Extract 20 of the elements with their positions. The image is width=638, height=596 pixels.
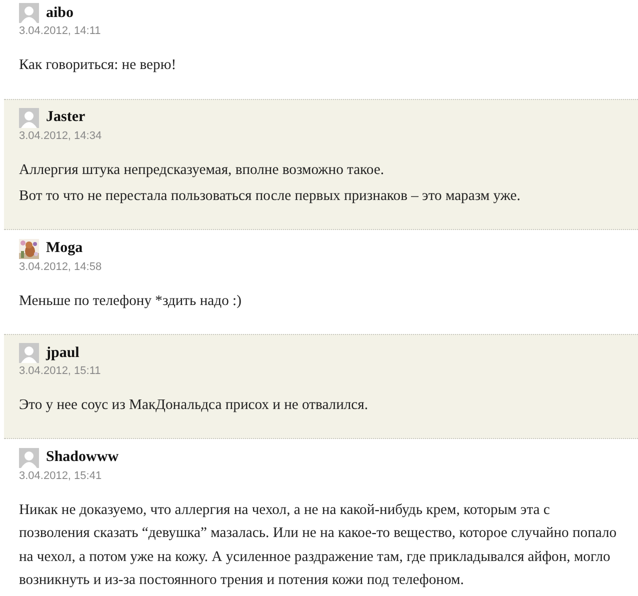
- comment-date: 3.04.2012, 15:41: [19, 470, 103, 482]
- avatar-icon: [19, 448, 39, 468]
- comment-text: Меньше по телефону *здить надо :): [19, 292, 242, 310]
- comment-date: 3.04.2012, 14:34: [19, 130, 103, 142]
- comment-text: Вот то что не перестала пользоваться после первых признаков – это маразм уже.: [19, 187, 522, 206]
- comment-date: 3.04.2012, 14:11: [19, 25, 102, 37]
- comment-date: 3.04.2012, 14:58: [19, 260, 103, 272]
- author-name: Moga: [46, 240, 83, 257]
- author-name: Shadowww: [46, 449, 119, 466]
- avatar-icon: [19, 3, 39, 23]
- avatar-icon: [19, 343, 39, 363]
- author-name: aibo: [46, 4, 74, 22]
- comment-text: Никак не доказуемо, что аллергия на чехол, а не на какой-нибудь крем, которым эта с позволения сказать “девушка” мазалась. Или не на какое-то вещество, которое случайно попало на чехол, а потом уже на кожу. А усиленное раздражение там, где прикладывался айфон, могло возникнуть и из-за постоянного трения и потения кожи под телефоном.: [19, 500, 618, 590]
- author-name: jpaul: [46, 344, 80, 362]
- author-name: Jaster: [46, 109, 86, 126]
- comment-text: Как говориться: не верю!: [19, 56, 178, 75]
- comment-date: 3.04.2012, 15:11: [19, 365, 102, 377]
- comment-text: Это у нее соус из МакДональдса присох и не отвалился.: [19, 396, 370, 415]
- avatar-icon: [19, 108, 39, 128]
- comment-text: Аллергия штука непредсказуемая, вполне возможно такое.: [19, 160, 385, 180]
